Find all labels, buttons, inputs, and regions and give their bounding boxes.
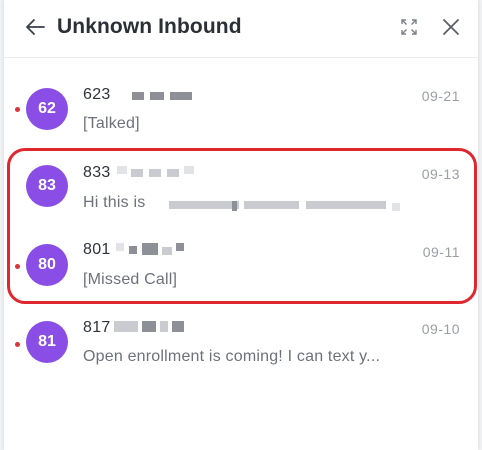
redacted-text (232, 201, 237, 211)
contact-phone: 623 (83, 86, 111, 103)
redacted-text (116, 243, 124, 251)
contact-phone: 833 (83, 164, 111, 181)
redacted-text (306, 201, 386, 209)
redacted-text (117, 166, 127, 174)
redacted-text (244, 201, 299, 209)
redacted-text (131, 169, 143, 177)
unread-dot (15, 264, 20, 269)
unread-dot (15, 107, 20, 112)
redacted-text (114, 321, 138, 332)
page-title: Unknown Inbound (57, 15, 242, 38)
redacted-text (150, 92, 164, 100)
conversation-item[interactable]: 80 801 09-11 [Missed Call] (4, 227, 478, 305)
message-date: 09-21 (421, 88, 460, 104)
contact-phone: 817 (83, 319, 111, 336)
conversation-item[interactable]: 83 833 09-13 Hi this is (4, 149, 478, 227)
redacted-text (142, 321, 156, 332)
redacted-text (172, 321, 184, 332)
message-preview: Open enrollment is coming! I can text y.… (83, 348, 381, 365)
redacted-text (392, 203, 400, 211)
message-date: 09-10 (421, 321, 460, 337)
redacted-text (162, 247, 172, 255)
message-preview: [Missed Call] (83, 271, 178, 288)
avatar: 62 (26, 88, 68, 130)
expand-icon[interactable] (400, 18, 418, 36)
close-icon[interactable] (441, 17, 461, 37)
unknown-inbound-panel: Unknown Inbound 62 623 09-21 [Talked] 83… (4, 0, 478, 450)
message-date: 09-11 (422, 244, 460, 260)
redacted-text (184, 166, 194, 174)
avatar: 80 (26, 244, 68, 286)
redacted-text (167, 169, 179, 177)
redacted-text (170, 92, 192, 100)
conversation-item[interactable]: 81 817 09-10 Open enrollment is coming! … (4, 306, 478, 384)
redacted-text (149, 169, 161, 177)
contact-phone: 801 (83, 241, 111, 258)
redacted-text (132, 92, 144, 100)
redacted-text (129, 246, 137, 254)
avatar: 81 (26, 321, 68, 363)
conversation-item[interactable]: 62 623 09-21 [Talked] (4, 70, 478, 148)
panel-header: Unknown Inbound (4, 0, 478, 58)
redacted-text (142, 243, 158, 255)
message-preview: [Talked] (83, 115, 140, 132)
redacted-text (176, 243, 184, 251)
redacted-text (169, 201, 239, 209)
back-arrow-icon[interactable] (24, 16, 46, 38)
unread-dot (15, 342, 20, 347)
redacted-text (160, 321, 168, 332)
avatar: 83 (26, 165, 68, 207)
message-preview: Hi this is (83, 194, 146, 211)
message-date: 09-13 (421, 166, 460, 182)
